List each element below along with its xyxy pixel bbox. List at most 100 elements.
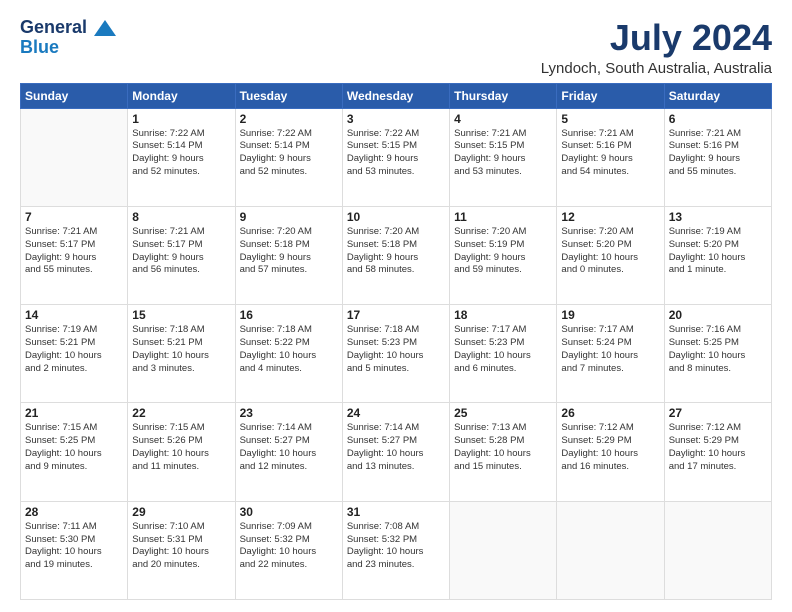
weekday-header-monday: Monday <box>128 83 235 108</box>
day-number: 28 <box>25 505 123 519</box>
calendar-cell: 14Sunrise: 7:19 AMSunset: 5:21 PMDayligh… <box>21 305 128 403</box>
day-number: 1 <box>132 112 230 126</box>
calendar-cell: 5 Sunrise: 7:21 AMSunset: 5:16 PMDaylight… <box>557 108 664 206</box>
calendar-cell: 20Sunrise: 7:16 AMSunset: 5:25 PMDayligh… <box>664 305 771 403</box>
cell-info: Sunrise: 7:08 AMSunset: 5:32 PMDaylight:… <box>347 521 445 572</box>
cell-info: Sunrise: 7:21 AMSunset: 5:16 PMDaylight:… <box>669 128 767 179</box>
calendar-cell <box>450 501 557 599</box>
day-number: 31 <box>347 505 445 519</box>
cell-info: Sunrise: 7:12 AMSunset: 5:29 PMDaylight:… <box>669 422 767 473</box>
cell-info: Sunrise: 7:17 AMSunset: 5:24 PMDaylight:… <box>561 324 659 375</box>
day-number: 5 <box>561 112 659 126</box>
day-number: 10 <box>347 210 445 224</box>
cell-info: Sunrise: 7:21 AMSunset: 5:15 PMDaylight:… <box>454 128 552 179</box>
calendar-cell: 2Sunrise: 7:22 AMSunset: 5:14 PMDaylight… <box>235 108 342 206</box>
day-number: 26 <box>561 406 659 420</box>
cell-info: Sunrise: 7:20 AMSunset: 5:20 PMDaylight:… <box>561 226 659 277</box>
cell-info: Sunrise: 7:22 AMSunset: 5:15 PMDaylight:… <box>347 128 445 179</box>
day-number: 12 <box>561 210 659 224</box>
main-title: July 2024 <box>541 18 772 58</box>
day-number: 2 <box>240 112 338 126</box>
logo-text: General <box>20 18 116 38</box>
cell-info: Sunrise: 7:21 AMSunset: 5:17 PMDaylight:… <box>25 226 123 277</box>
calendar-cell: 23Sunrise: 7:14 AMSunset: 5:27 PMDayligh… <box>235 403 342 501</box>
page: General Blue July 2024 Lyndoch, South Au… <box>0 0 792 612</box>
day-number: 25 <box>454 406 552 420</box>
day-number: 19 <box>561 308 659 322</box>
day-number: 6 <box>669 112 767 126</box>
day-number: 17 <box>347 308 445 322</box>
subtitle: Lyndoch, South Australia, Australia <box>541 60 772 77</box>
day-number: 14 <box>25 308 123 322</box>
week-row-5: 28Sunrise: 7:11 AMSunset: 5:30 PMDayligh… <box>21 501 772 599</box>
day-number: 23 <box>240 406 338 420</box>
calendar-cell: 10 Sunrise: 7:20 AMSunset: 5:18 PMDayligh… <box>342 206 449 304</box>
day-number: 3 <box>347 112 445 126</box>
day-number: 7 <box>25 210 123 224</box>
cell-info: Sunrise: 7:09 AMSunset: 5:32 PMDaylight:… <box>240 521 338 572</box>
week-row-1: 1Sunrise: 7:22 AMSunset: 5:14 PMDaylight… <box>21 108 772 206</box>
cell-info: Sunrise: 7:21 AMSunset: 5:16 PMDaylight:… <box>561 128 659 179</box>
calendar-cell: 21 Sunrise: 7:15 AMSunset: 5:25 PMDayligh… <box>21 403 128 501</box>
cell-info: Sunrise: 7:10 AMSunset: 5:31 PMDaylight:… <box>132 521 230 572</box>
calendar-cell: 19 Sunrise: 7:17 AMSunset: 5:24 PMDayligh… <box>557 305 664 403</box>
cell-info: Sunrise: 7:21 AMSunset: 5:17 PMDaylight:… <box>132 226 230 277</box>
day-number: 16 <box>240 308 338 322</box>
weekday-header-sunday: Sunday <box>21 83 128 108</box>
weekday-header-friday: Friday <box>557 83 664 108</box>
day-number: 8 <box>132 210 230 224</box>
day-number: 4 <box>454 112 552 126</box>
day-number: 22 <box>132 406 230 420</box>
day-number: 24 <box>347 406 445 420</box>
week-row-3: 14Sunrise: 7:19 AMSunset: 5:21 PMDayligh… <box>21 305 772 403</box>
day-number: 9 <box>240 210 338 224</box>
cell-info: Sunrise: 7:20 AMSunset: 5:19 PMDaylight:… <box>454 226 552 277</box>
calendar-cell: 26 Sunrise: 7:12 AMSunset: 5:29 PMDayligh… <box>557 403 664 501</box>
weekday-header-saturday: Saturday <box>664 83 771 108</box>
cell-info: Sunrise: 7:20 AMSunset: 5:18 PMDaylight:… <box>347 226 445 277</box>
cell-info: Sunrise: 7:15 AMSunset: 5:26 PMDaylight:… <box>132 422 230 473</box>
cell-info: Sunrise: 7:18 AMSunset: 5:23 PMDaylight:… <box>347 324 445 375</box>
calendar-cell: 22 Sunrise: 7:15 AMSunset: 5:26 PMDayligh… <box>128 403 235 501</box>
day-number: 15 <box>132 308 230 322</box>
logo: General Blue <box>20 18 116 58</box>
calendar-cell: 6 Sunrise: 7:21 AMSunset: 5:16 PMDaylight… <box>664 108 771 206</box>
cell-info: Sunrise: 7:20 AMSunset: 5:18 PMDaylight:… <box>240 226 338 277</box>
day-number: 21 <box>25 406 123 420</box>
cell-info: Sunrise: 7:14 AMSunset: 5:27 PMDaylight:… <box>347 422 445 473</box>
weekday-header-wednesday: Wednesday <box>342 83 449 108</box>
calendar-cell: 25 Sunrise: 7:13 AMSunset: 5:28 PMDayligh… <box>450 403 557 501</box>
weekday-header-thursday: Thursday <box>450 83 557 108</box>
week-row-4: 21 Sunrise: 7:15 AMSunset: 5:25 PMDayligh… <box>21 403 772 501</box>
logo-blue: Blue <box>20 38 59 58</box>
calendar-cell: 7 Sunrise: 7:21 AMSunset: 5:17 PMDaylight… <box>21 206 128 304</box>
day-number: 13 <box>669 210 767 224</box>
calendar-cell: 27 Sunrise: 7:12 AMSunset: 5:29 PMDayligh… <box>664 403 771 501</box>
weekday-header-tuesday: Tuesday <box>235 83 342 108</box>
cell-info: Sunrise: 7:13 AMSunset: 5:28 PMDaylight:… <box>454 422 552 473</box>
calendar-cell <box>664 501 771 599</box>
week-row-2: 7 Sunrise: 7:21 AMSunset: 5:17 PMDaylight… <box>21 206 772 304</box>
day-number: 20 <box>669 308 767 322</box>
calendar-cell: 30 Sunrise: 7:09 AMSunset: 5:32 PMDayligh… <box>235 501 342 599</box>
calendar-cell: 8 Sunrise: 7:21 AMSunset: 5:17 PMDaylight… <box>128 206 235 304</box>
cell-info: Sunrise: 7:12 AMSunset: 5:29 PMDaylight:… <box>561 422 659 473</box>
cell-info: Sunrise: 7:19 AMSunset: 5:20 PMDaylight:… <box>669 226 767 277</box>
day-number: 27 <box>669 406 767 420</box>
day-number: 30 <box>240 505 338 519</box>
calendar-cell: 3 Sunrise: 7:22 AMSunset: 5:15 PMDaylight… <box>342 108 449 206</box>
calendar-cell: 12 Sunrise: 7:20 AMSunset: 5:20 PMDayligh… <box>557 206 664 304</box>
calendar-cell: 13 Sunrise: 7:19 AMSunset: 5:20 PMDayligh… <box>664 206 771 304</box>
header: General Blue July 2024 Lyndoch, South Au… <box>20 18 772 77</box>
calendar-cell: 16Sunrise: 7:18 AMSunset: 5:22 PMDayligh… <box>235 305 342 403</box>
calendar-cell: 17 Sunrise: 7:18 AMSunset: 5:23 PMDayligh… <box>342 305 449 403</box>
cell-info: Sunrise: 7:15 AMSunset: 5:25 PMDaylight:… <box>25 422 123 473</box>
calendar-cell <box>557 501 664 599</box>
calendar-cell: 18Sunrise: 7:17 AMSunset: 5:23 PMDayligh… <box>450 305 557 403</box>
calendar-cell: 4 Sunrise: 7:21 AMSunset: 5:15 PMDaylight… <box>450 108 557 206</box>
title-block: July 2024 Lyndoch, South Australia, Aust… <box>541 18 772 77</box>
day-number: 18 <box>454 308 552 322</box>
calendar-cell: 28Sunrise: 7:11 AMSunset: 5:30 PMDayligh… <box>21 501 128 599</box>
day-number: 11 <box>454 210 552 224</box>
calendar: SundayMondayTuesdayWednesdayThursdayFrid… <box>20 83 772 600</box>
